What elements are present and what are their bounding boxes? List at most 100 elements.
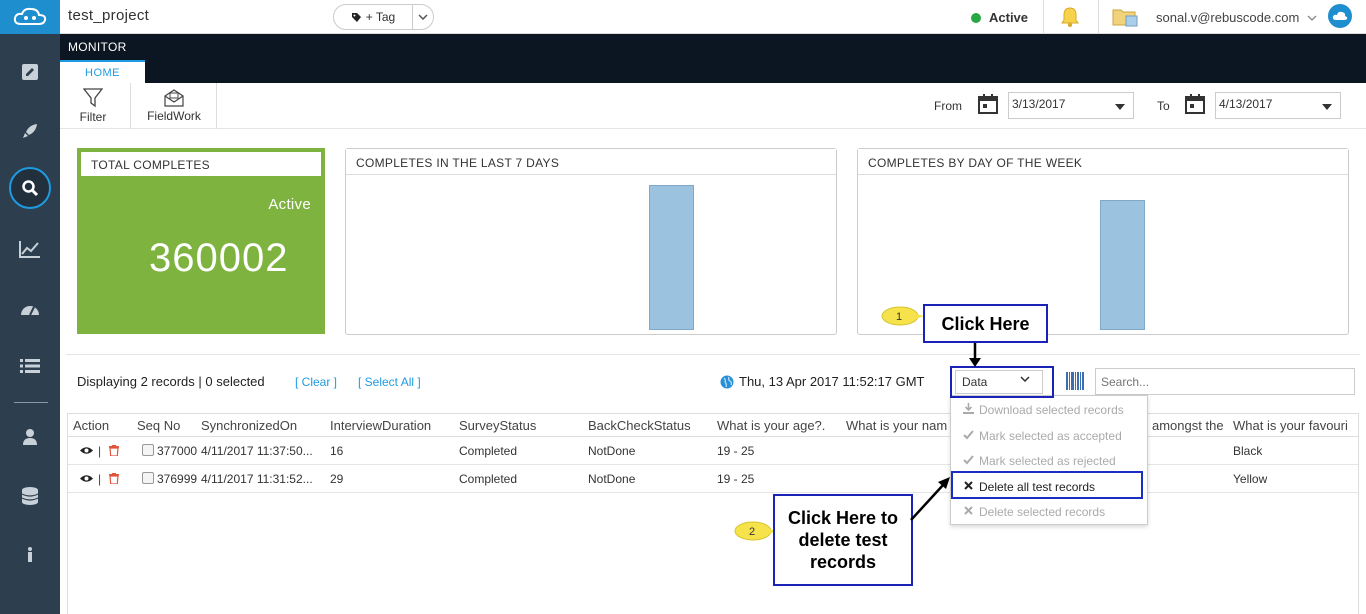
to-calendar-button[interactable] — [1185, 94, 1205, 119]
notifications-button[interactable] — [1060, 6, 1080, 33]
annotation-arrow — [969, 343, 981, 367]
caret-down-icon — [1115, 104, 1125, 110]
user-menu[interactable]: sonal.v@rebuscode.com — [1156, 10, 1317, 25]
sidebar-item-edit[interactable] — [0, 52, 60, 92]
column-toggle-button[interactable] — [1066, 372, 1084, 395]
step-number: 2 — [749, 526, 755, 538]
user-avatar[interactable] — [1328, 4, 1352, 28]
row-checkbox[interactable] — [142, 472, 154, 484]
rocket-icon — [23, 124, 37, 138]
column-header[interactable]: Seq No — [137, 418, 180, 433]
project-title: test_project — [68, 7, 150, 24]
folder-icon — [1112, 9, 1138, 27]
user-email: sonal.v@rebuscode.com — [1156, 10, 1300, 25]
cell-synchronized-on: 4/11/2017 11:31:52... — [201, 472, 313, 486]
column-header[interactable]: amongst the — [1152, 418, 1232, 433]
tag-button[interactable]: + Tag — [333, 4, 434, 30]
from-calendar-button[interactable] — [978, 94, 998, 119]
card-title: COMPLETES BY DAY OF THE WEEK — [858, 149, 1348, 175]
topbar-divider — [1043, 0, 1044, 34]
menu-item-delete-selected[interactable]: Delete selected records — [951, 499, 1147, 524]
data-dropdown-menu: Download selected records Mark selected … — [950, 395, 1148, 525]
cell-backcheck-status: NotDone — [588, 444, 636, 458]
sidebar-item-info[interactable] — [0, 535, 60, 575]
cloud-icon — [1332, 11, 1348, 20]
filter-label: Filter — [79, 110, 107, 124]
column-header[interactable]: SurveyStatus — [459, 418, 536, 433]
column-header[interactable]: What is your nam — [846, 418, 951, 433]
table-row: | 376999 4/11/2017 11:31:52... 29 Comple… — [68, 465, 1358, 493]
column-header[interactable]: Action — [73, 418, 109, 433]
column-header[interactable]: BackCheckStatus — [588, 418, 691, 433]
sidebar-divider — [14, 402, 48, 403]
fieldwork-button[interactable]: FieldWork — [142, 83, 206, 129]
toolbar-divider — [130, 83, 131, 129]
sidebar-item-dashboard[interactable] — [0, 288, 60, 328]
menu-item-label: Delete selected records — [979, 505, 1106, 519]
records-summary: Displaying 2 records | 0 selected — [77, 374, 265, 389]
row-checkbox[interactable] — [142, 444, 154, 456]
user-icon — [23, 429, 37, 445]
tag-dropdown-toggle[interactable] — [413, 14, 433, 20]
to-date-select[interactable]: 4/13/2017 — [1215, 92, 1341, 119]
menu-item-mark-rejected[interactable]: Mark selected as rejected — [951, 448, 1147, 473]
section-divider — [66, 354, 1360, 355]
column-header[interactable]: InterviewDuration — [330, 418, 431, 433]
fieldwork-label: FieldWork — [147, 109, 201, 123]
from-label: From — [934, 99, 962, 113]
cell-seq-no: 376999 — [157, 472, 198, 486]
tab-home[interactable]: HOME — [60, 60, 145, 83]
search-input[interactable] — [1095, 368, 1355, 395]
menu-item-download-selected[interactable]: Download selected records — [951, 397, 1147, 422]
menu-item-mark-accepted[interactable]: Mark selected as accepted — [951, 423, 1147, 448]
highlight-box — [950, 366, 1054, 398]
to-date-value: 4/13/2017 — [1219, 97, 1273, 111]
files-button[interactable] — [1112, 6, 1138, 33]
cell-survey-status: Completed — [459, 472, 518, 486]
column-header[interactable]: What is your age?. — [717, 418, 825, 433]
cell-favourite: Yellow — [1233, 472, 1268, 486]
trash-icon[interactable] — [109, 473, 119, 484]
view-icon[interactable] — [80, 474, 93, 483]
bell-icon — [1061, 7, 1079, 27]
column-header[interactable]: What is your favouri — [1233, 418, 1358, 433]
sidebar — [0, 0, 60, 614]
line-chart-icon — [19, 241, 40, 258]
select-all-link[interactable]: [ Select All ] — [358, 375, 421, 389]
clear-link[interactable]: [ Clear ] — [295, 375, 337, 389]
cell-favourite: Black — [1233, 444, 1263, 458]
step-number: 1 — [896, 311, 902, 323]
highlight-box — [951, 471, 1143, 499]
annotation-arrow — [910, 477, 950, 521]
table-row: | 377000 4/11/2017 11:37:50... 16 Comple… — [68, 437, 1358, 465]
calendar-icon — [1185, 94, 1205, 114]
barcode-icon — [1066, 372, 1084, 390]
sidebar-item-database[interactable] — [0, 476, 60, 516]
total-completes-card: TOTAL COMPLETES Active 360002 — [77, 148, 325, 334]
cell-age: 19 - 25 — [717, 472, 755, 486]
dashboard-icon — [21, 306, 39, 316]
cell-survey-status: Completed — [459, 444, 518, 458]
column-header[interactable]: SynchronizedOn — [201, 418, 297, 433]
status-label: Active — [989, 10, 1029, 25]
sidebar-item-users[interactable] — [0, 417, 60, 457]
trash-icon[interactable] — [109, 445, 119, 456]
server-time-text: Thu, 13 Apr 2017 11:52:17 GMT — [739, 374, 925, 389]
list-icon — [20, 359, 40, 373]
sidebar-item-launch[interactable] — [0, 111, 60, 151]
sidebar-item-monitor[interactable] — [0, 167, 60, 209]
check-icon — [963, 455, 974, 465]
filter-button[interactable]: Filter — [74, 83, 112, 129]
view-icon[interactable] — [80, 446, 93, 455]
chevron-down-icon — [418, 14, 428, 20]
table-header: Action Seq No SynchronizedOn InterviewDu… — [68, 414, 1358, 437]
sidebar-item-analytics[interactable] — [0, 229, 60, 269]
section-title: MONITOR — [68, 40, 127, 54]
app-logo[interactable] — [0, 0, 60, 34]
globe-icon — [720, 375, 734, 388]
chart-bar — [1100, 200, 1145, 330]
records-table: Action Seq No SynchronizedOn InterviewDu… — [67, 413, 1359, 614]
sidebar-item-list[interactable] — [0, 346, 60, 386]
from-date-select[interactable]: 3/13/2017 — [1008, 92, 1134, 119]
download-icon — [963, 403, 974, 414]
